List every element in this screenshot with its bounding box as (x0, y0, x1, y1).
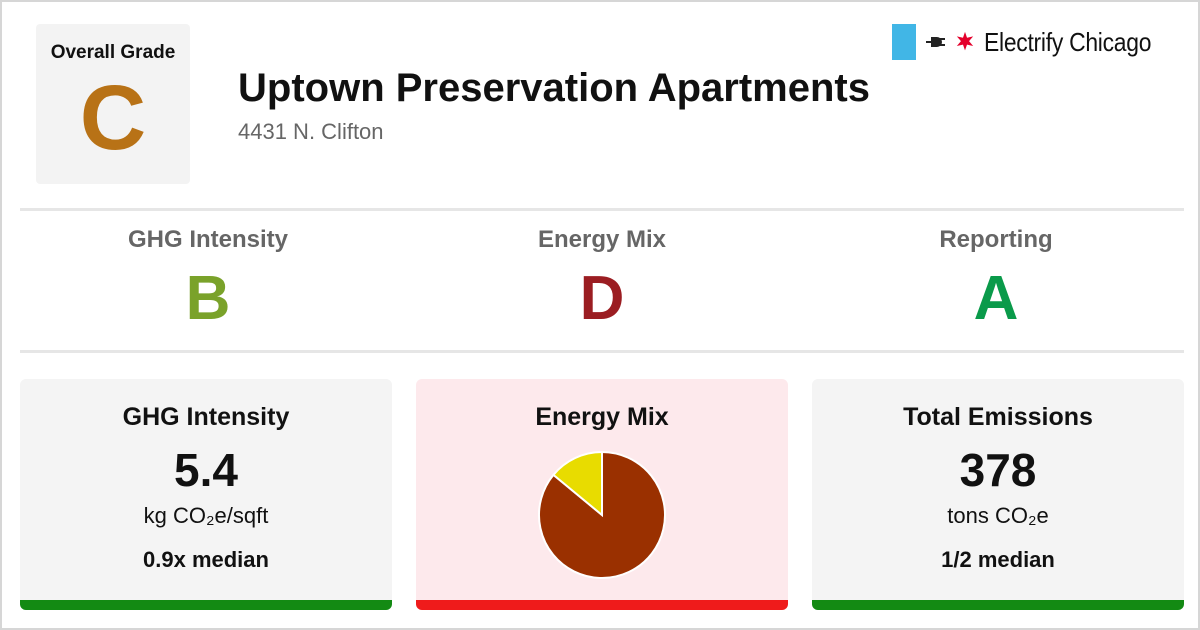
card-title: GHG Intensity (122, 403, 290, 431)
subgrade-letter: B (185, 264, 231, 333)
plug-icon (926, 37, 946, 47)
social-card: Overall Grade C Uptown Preservation Apar… (0, 0, 1200, 630)
subgrade-letter: D (579, 264, 625, 333)
card-total-emissions: Total Emissions 378 tons CO₂e 1/2 median (812, 379, 1184, 610)
energy-mix-pie-chart (538, 450, 666, 579)
ghg-intensity-unit: kg CO₂e/sqft (143, 503, 269, 528)
subgrade-energy-mix: Energy Mix D (412, 226, 792, 330)
subgrade-reporting: Reporting A (806, 226, 1186, 330)
divider-top (20, 208, 1184, 211)
overall-grade-letter: C (79, 67, 147, 169)
subgrade-label: Energy Mix (537, 226, 667, 253)
flag-stripe-icon (892, 24, 917, 60)
card-ghg-intensity: GHG Intensity 5.4 kg CO₂e/sqft 0.9x medi… (20, 379, 392, 610)
building-title: Uptown Preservation Apartments (238, 66, 870, 110)
total-emissions-value: 378 (959, 444, 1037, 496)
status-bar (812, 600, 1184, 610)
card-title: Energy Mix (535, 403, 669, 431)
card-energy-mix: Energy Mix (416, 379, 788, 610)
subgrade-label: Reporting (939, 226, 1053, 253)
ghg-intensity-median-note: 0.9x median (143, 547, 269, 572)
status-bar (20, 600, 392, 610)
brand-name: Electrify Chicago (984, 26, 1152, 57)
subgrade-label: GHG Intensity (127, 226, 289, 253)
ghg-intensity-value: 5.4 (174, 444, 238, 496)
chicago-star-icon (956, 31, 974, 51)
card-title: Total Emissions (903, 403, 1093, 431)
electrify-chicago-logo: Electrify Chicago (892, 24, 1174, 60)
overall-grade-box: Overall Grade C (36, 24, 190, 184)
building-address: 4431 N. Clifton (238, 119, 384, 144)
subgrade-letter: A (973, 264, 1019, 333)
status-bar (416, 600, 788, 610)
overall-grade-label: Overall Grade (50, 42, 176, 63)
subgrade-ghg-intensity: GHG Intensity B (18, 226, 398, 330)
total-emissions-median-note: 1/2 median (941, 547, 1055, 572)
divider-middle (20, 350, 1184, 353)
total-emissions-unit: tons CO₂e (947, 503, 1049, 528)
